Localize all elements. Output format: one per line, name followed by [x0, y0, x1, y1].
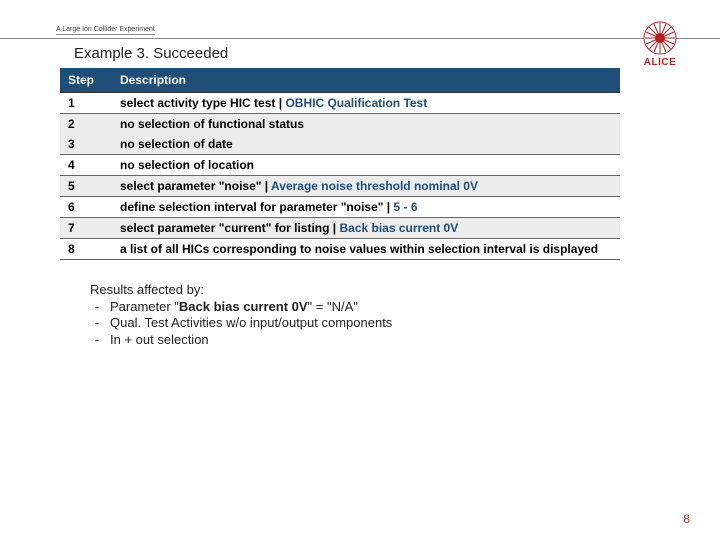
table-row: 5 select parameter "noise" | Average noi…: [60, 176, 620, 197]
step-num: 7: [60, 218, 112, 239]
table-header-row: Step Description: [60, 68, 620, 93]
step-num: 1: [60, 93, 112, 114]
step-desc: define selection interval for parameter …: [112, 197, 620, 218]
alice-logo-icon: [642, 20, 678, 56]
step-desc: select activity type HIC test | OBHIC Qu…: [112, 93, 620, 114]
results-block: Results affected by: Parameter "Back bia…: [90, 282, 720, 348]
experiment-subtitle: A Large Ion Collider Experiment: [56, 26, 155, 35]
results-item: In + out selection: [110, 332, 720, 348]
step-desc: no selection of date: [112, 134, 620, 155]
col-description: Description: [112, 68, 620, 93]
step-num: 8: [60, 239, 112, 260]
table-row: 2 no selection of functional status: [60, 114, 620, 135]
step-desc: select parameter "noise" | Average noise…: [112, 176, 620, 197]
alice-logo-text: ALICE: [642, 57, 678, 68]
results-item: Parameter "Back bias current 0V" = "N/A": [110, 299, 720, 315]
steps-table: Step Description 1 select activity type …: [60, 68, 620, 260]
step-num: 4: [60, 155, 112, 176]
results-heading: Results affected by:: [90, 282, 720, 297]
slide-title: Example 3. Succeeded: [0, 39, 720, 68]
table-row: 8 a list of all HICs corresponding to no…: [60, 239, 620, 260]
step-desc: a list of all HICs corresponding to nois…: [112, 239, 620, 260]
step-desc: select parameter "current" for listing |…: [112, 218, 620, 239]
page-number: 8: [683, 512, 690, 526]
results-item: Qual. Test Activities w/o input/output c…: [110, 315, 720, 331]
step-num: 2: [60, 114, 112, 135]
results-list: Parameter "Back bias current 0V" = "N/A"…: [90, 299, 720, 348]
alice-logo: ALICE: [642, 20, 678, 68]
step-desc: no selection of location: [112, 155, 620, 176]
table-row: 1 select activity type HIC test | OBHIC …: [60, 93, 620, 114]
step-num: 5: [60, 176, 112, 197]
step-desc: no selection of functional status: [112, 114, 620, 135]
col-step: Step: [60, 68, 112, 93]
step-num: 6: [60, 197, 112, 218]
header: A Large Ion Collider Experiment ALICE: [0, 0, 720, 39]
table-row: 6 define selection interval for paramete…: [60, 197, 620, 218]
table-row: 3 no selection of date: [60, 134, 620, 155]
table-row: 4 no selection of location: [60, 155, 620, 176]
step-num: 3: [60, 134, 112, 155]
table-row: 7 select parameter "current" for listing…: [60, 218, 620, 239]
